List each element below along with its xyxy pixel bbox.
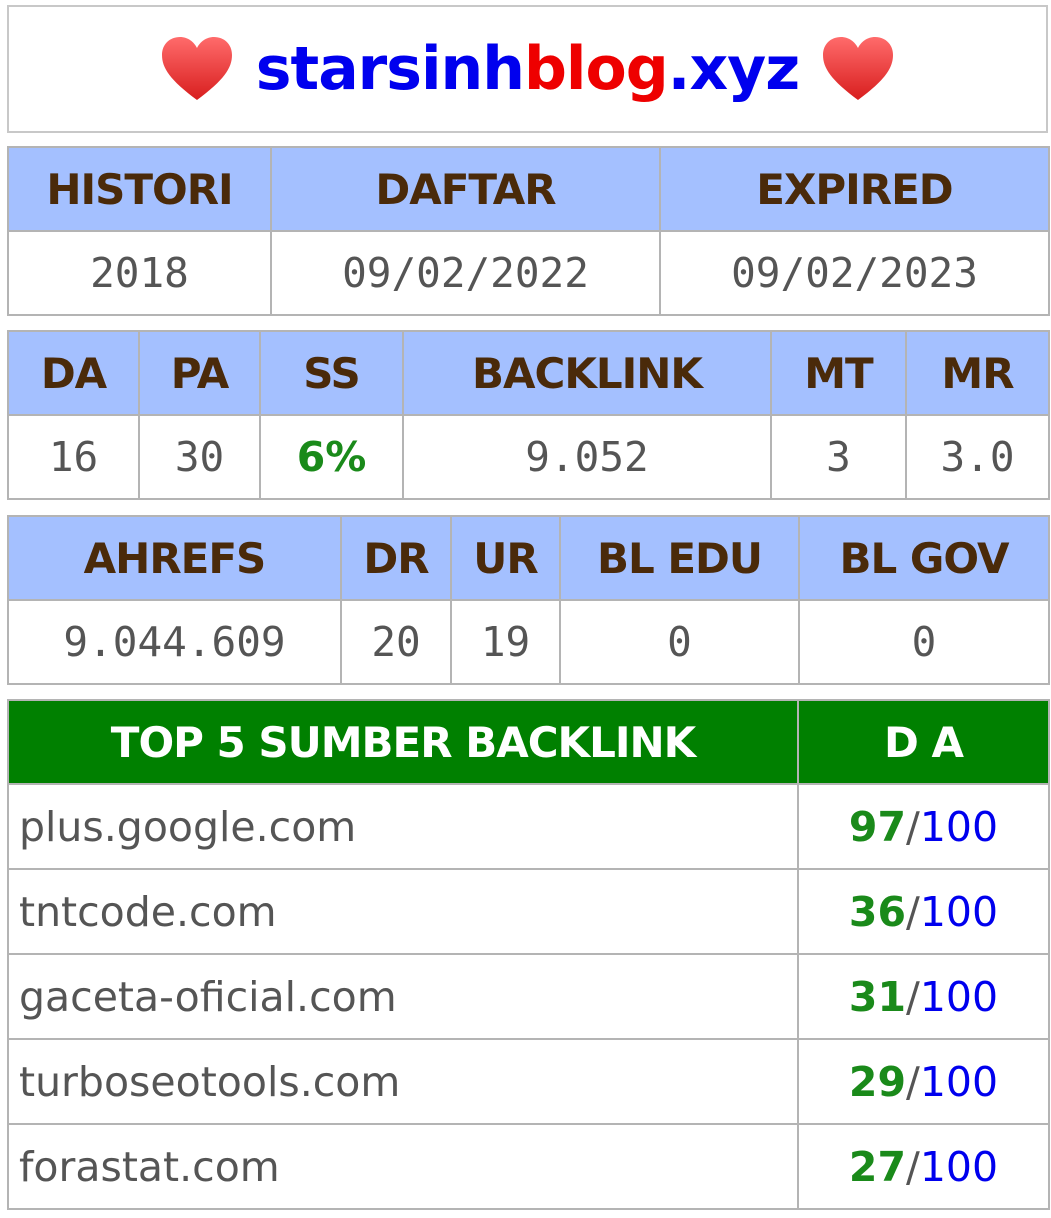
value-backlink: 9.052 <box>402 414 772 500</box>
source-da: 27/100 <box>797 1123 1050 1210</box>
value-bl-gov: 0 <box>798 599 1050 685</box>
da-separator: / <box>905 972 920 1021</box>
value-bl-edu: 0 <box>559 599 800 685</box>
header-mt: MT <box>770 330 907 416</box>
source-domain: gaceta-oficial.com <box>7 953 799 1040</box>
ahrefs-metrics-table: AHREFS DR UR BL EDU BL GOV 9.044.609 20 … <box>7 515 1050 685</box>
header-ahrefs: AHREFS <box>7 515 342 601</box>
header-ss: SS <box>259 330 404 416</box>
header-da: DA <box>7 330 140 416</box>
value-daftar: 09/02/2022 <box>270 230 661 316</box>
header-ur: UR <box>450 515 561 601</box>
source-da: 29/100 <box>797 1038 1050 1125</box>
value-expired: 09/02/2023 <box>659 230 1050 316</box>
value-mt: 3 <box>770 414 907 500</box>
table-row: tntcode.com 36/100 <box>7 868 1050 955</box>
da-separator: / <box>905 1057 920 1106</box>
source-da-max: 100 <box>919 1142 999 1191</box>
domain-info-table: HISTORI DAFTAR EXPIRED 2018 09/02/2022 0… <box>7 146 1050 316</box>
value-pa: 30 <box>138 414 261 500</box>
source-da-max: 100 <box>919 802 999 851</box>
value-histori: 2018 <box>7 230 272 316</box>
title-part-blog: blog <box>523 34 669 104</box>
header-daftar: DAFTAR <box>270 146 661 232</box>
source-da-max: 100 <box>919 1057 999 1106</box>
header-mr: MR <box>905 330 1050 416</box>
source-da: 31/100 <box>797 953 1050 1040</box>
header-backlink: BACKLINK <box>402 330 772 416</box>
source-domain: forastat.com <box>7 1123 799 1210</box>
table-row: turboseotools.com 29/100 <box>7 1038 1050 1125</box>
header-histori: HISTORI <box>7 146 272 232</box>
source-da-max: 100 <box>919 887 999 936</box>
header-top-sources: TOP 5 SUMBER BACKLINK <box>7 699 799 785</box>
source-da-value: 31 <box>848 972 906 1021</box>
value-ur: 19 <box>450 599 561 685</box>
value-mr: 3.0 <box>905 414 1050 500</box>
da-separator: / <box>905 887 920 936</box>
header-pa: PA <box>138 330 261 416</box>
header-source-da: D A <box>797 699 1050 785</box>
source-da: 36/100 <box>797 868 1050 955</box>
title-part-tld: .xyz <box>667 34 801 104</box>
source-domain: turboseotools.com <box>7 1038 799 1125</box>
value-ss: 6% <box>259 414 404 500</box>
da-separator: / <box>905 1142 920 1191</box>
source-da-value: 29 <box>848 1057 906 1106</box>
source-da-value: 27 <box>848 1142 906 1191</box>
site-title-banner: starsinh blog .xyz <box>7 5 1048 133</box>
table-row: plus.google.com 97/100 <box>7 783 1050 870</box>
header-bl-edu: BL EDU <box>559 515 800 601</box>
value-dr: 20 <box>340 599 452 685</box>
top-sources-table: TOP 5 SUMBER BACKLINK D A plus.google.co… <box>7 699 1050 1210</box>
header-dr: DR <box>340 515 452 601</box>
source-domain: tntcode.com <box>7 868 799 955</box>
heart-icon <box>161 37 232 100</box>
source-da-value: 36 <box>848 887 906 936</box>
source-da-max: 100 <box>919 972 999 1021</box>
table-row: gaceta-oficial.com 31/100 <box>7 953 1050 1040</box>
header-bl-gov: BL GOV <box>798 515 1050 601</box>
value-ahrefs: 9.044.609 <box>7 599 342 685</box>
moz-metrics-table: DA PA SS BACKLINK MT MR 16 30 6% 9.052 3… <box>7 330 1050 500</box>
header-expired: EXPIRED <box>659 146 1050 232</box>
value-da: 16 <box>7 414 140 500</box>
source-da-value: 97 <box>848 802 906 851</box>
site-title: starsinh blog .xyz <box>138 34 917 104</box>
source-da: 97/100 <box>797 783 1050 870</box>
title-part-starsinh: starsinh <box>255 34 525 104</box>
da-separator: / <box>905 802 920 851</box>
table-row: forastat.com 27/100 <box>7 1123 1050 1210</box>
source-domain: plus.google.com <box>7 783 799 870</box>
heart-icon <box>823 37 894 100</box>
